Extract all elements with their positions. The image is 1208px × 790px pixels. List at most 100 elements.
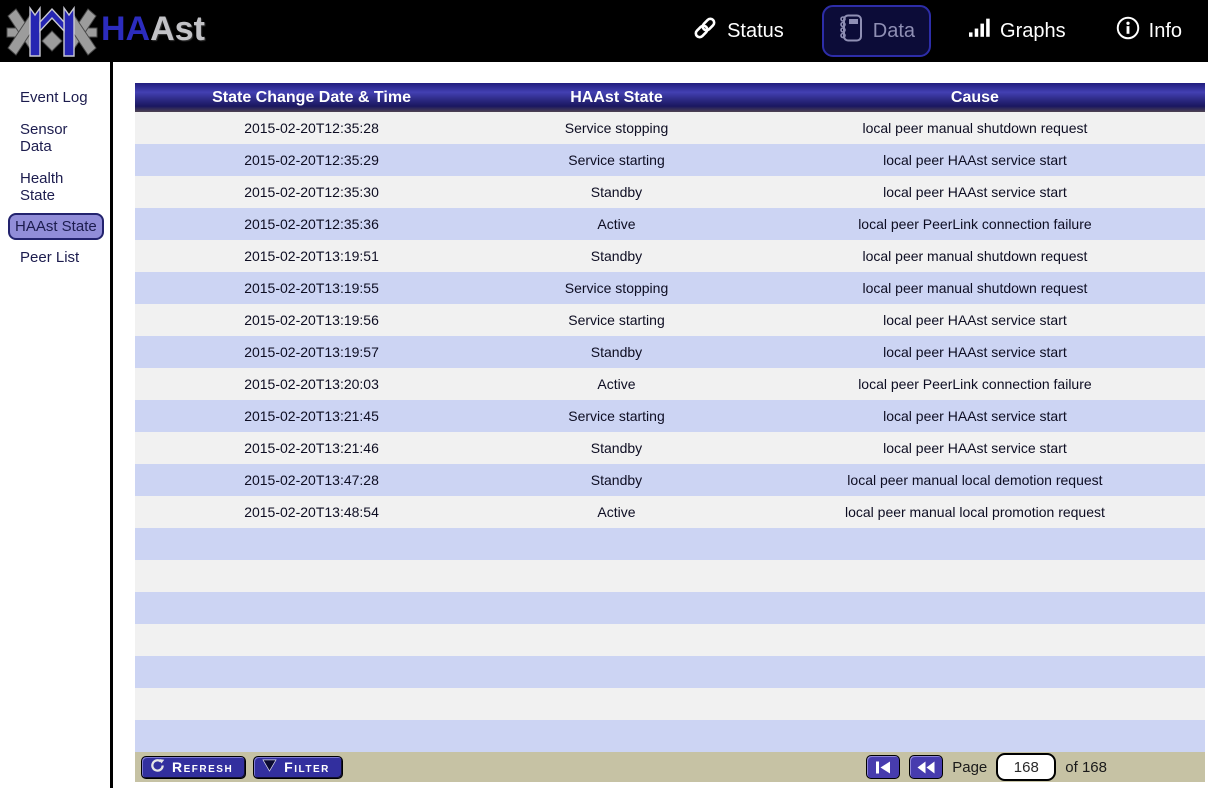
cell-cause: local peer HAAst service start <box>745 184 1205 200</box>
nav-info[interactable]: Info <box>1104 8 1194 54</box>
pagination: Page of 168 <box>866 753 1199 781</box>
column-header-date-time[interactable]: State Change Date & Time <box>135 89 488 107</box>
cell-date-time: 2015-02-20T13:19:56 <box>135 312 488 328</box>
cell-cause: local peer PeerLink connection failure <box>745 376 1205 392</box>
top-bar: HAAst Status <box>0 0 1208 62</box>
cell-state: Active <box>488 504 745 520</box>
sidebar-item-sensor-data[interactable]: Sensor Data <box>12 115 110 161</box>
cell-date-time: 2015-02-20T13:19:57 <box>135 344 488 360</box>
sidebar-item-peer-list[interactable]: Peer List <box>12 243 87 272</box>
refresh-button[interactable]: Refresh <box>141 756 246 779</box>
cell-state: Service stopping <box>488 120 745 136</box>
cell-state: Service starting <box>488 152 745 168</box>
table-row: 2015-02-20T13:21:46 Standby local peer H… <box>135 432 1205 464</box>
table-row-empty <box>135 528 1205 560</box>
info-icon <box>1116 16 1140 46</box>
cell-state: Standby <box>488 472 745 488</box>
nav-graphs-label: Graphs <box>1000 20 1066 43</box>
table-row: 2015-02-20T13:21:45 Service starting loc… <box>135 400 1205 432</box>
bar-chart-icon <box>969 17 991 45</box>
app-title-ha: HA <box>101 10 150 48</box>
cell-cause: local peer manual shutdown request <box>745 120 1205 136</box>
table-row: 2015-02-20T13:19:55 Service stopping loc… <box>135 272 1205 304</box>
cell-date-time: 2015-02-20T12:35:30 <box>135 184 488 200</box>
cell-cause: local peer manual shutdown request <box>745 248 1205 264</box>
table-row-empty <box>135 720 1205 752</box>
cell-state: Active <box>488 216 745 232</box>
cell-cause: local peer manual local demotion request <box>745 472 1205 488</box>
table-row-empty <box>135 592 1205 624</box>
cell-cause: local peer PeerLink connection failure <box>745 216 1205 232</box>
notebook-icon <box>838 13 864 49</box>
table-header-row: State Change Date & Time HAAst State Cau… <box>135 83 1205 112</box>
table-row: 2015-02-20T13:20:03 Active local peer Pe… <box>135 368 1205 400</box>
filter-button-label: Filter <box>284 759 330 775</box>
table-footer-bar: Refresh Filter <box>135 752 1205 782</box>
sidebar-item-haast-state[interactable]: HAAst State <box>8 213 104 240</box>
cell-date-time: 2015-02-20T13:19:51 <box>135 248 488 264</box>
table-row: 2015-02-20T13:47:28 Standby local peer m… <box>135 464 1205 496</box>
cell-state: Service stopping <box>488 280 745 296</box>
cell-state: Active <box>488 376 745 392</box>
table-row-empty <box>135 656 1205 688</box>
nav-data-label: Data <box>873 20 915 43</box>
cell-cause: local peer HAAst service start <box>745 440 1205 456</box>
cell-cause: local peer HAAst service start <box>745 344 1205 360</box>
table-row: 2015-02-20T13:19:51 Standby local peer m… <box>135 240 1205 272</box>
table-row: 2015-02-20T12:35:29 Service starting loc… <box>135 144 1205 176</box>
app-title-ast: Ast <box>150 10 205 48</box>
table-body: 2015-02-20T12:35:28 Service stopping loc… <box>135 112 1205 752</box>
filter-button[interactable]: Filter <box>253 756 343 779</box>
cell-state: Standby <box>488 184 745 200</box>
top-navigation: Status Data <box>680 0 1194 62</box>
previous-page-button[interactable] <box>909 755 943 779</box>
app-title: HAAst <box>101 10 205 49</box>
cell-state: Service starting <box>488 312 745 328</box>
cell-cause: local peer HAAst service start <box>745 312 1205 328</box>
cell-cause: local peer HAAst service start <box>745 408 1205 424</box>
column-header-haast-state[interactable]: HAAst State <box>488 89 745 107</box>
cell-state: Standby <box>488 248 745 264</box>
page-label: Page <box>952 759 987 776</box>
cell-date-time: 2015-02-20T13:21:45 <box>135 408 488 424</box>
cell-date-time: 2015-02-20T13:19:55 <box>135 280 488 296</box>
table-row: 2015-02-20T12:35:30 Standby local peer H… <box>135 176 1205 208</box>
cell-cause: local peer manual local promotion reques… <box>745 504 1205 520</box>
refresh-icon <box>150 758 165 776</box>
nav-graphs[interactable]: Graphs <box>957 9 1078 53</box>
cell-date-time: 2015-02-20T13:48:54 <box>135 504 488 520</box>
table-row-empty <box>135 624 1205 656</box>
data-table: State Change Date & Time HAAst State Cau… <box>135 83 1205 782</box>
cell-date-time: 2015-02-20T13:20:03 <box>135 376 488 392</box>
first-page-button[interactable] <box>866 755 900 779</box>
nav-data[interactable]: Data <box>822 5 931 57</box>
cell-state: Standby <box>488 344 745 360</box>
cell-date-time: 2015-02-20T12:35:28 <box>135 120 488 136</box>
cell-date-time: 2015-02-20T12:35:36 <box>135 216 488 232</box>
table-row-empty <box>135 688 1205 720</box>
sidebar: Event Log Sensor Data Health State HAAst… <box>0 62 113 788</box>
column-header-cause[interactable]: Cause <box>745 89 1205 107</box>
cell-cause: local peer manual shutdown request <box>745 280 1205 296</box>
sidebar-item-health-state[interactable]: Health State <box>12 164 110 210</box>
cell-cause: local peer HAAst service start <box>745 152 1205 168</box>
cell-date-time: 2015-02-20T13:21:46 <box>135 440 488 456</box>
page-number-input[interactable] <box>996 753 1056 781</box>
cell-state: Service starting <box>488 408 745 424</box>
cell-state: Standby <box>488 440 745 456</box>
sidebar-item-event-log[interactable]: Event Log <box>12 83 96 112</box>
page-total-label: of 168 <box>1065 759 1107 776</box>
nav-status[interactable]: Status <box>680 7 796 55</box>
table-row: 2015-02-20T12:35:28 Service stopping loc… <box>135 112 1205 144</box>
link-icon <box>692 15 718 47</box>
table-row-empty <box>135 560 1205 592</box>
refresh-button-label: Refresh <box>172 759 233 775</box>
cell-date-time: 2015-02-20T12:35:29 <box>135 152 488 168</box>
cell-date-time: 2015-02-20T13:47:28 <box>135 472 488 488</box>
haast-logo-icon <box>6 5 98 64</box>
table-row: 2015-02-20T12:35:36 Active local peer Pe… <box>135 208 1205 240</box>
table-row: 2015-02-20T13:19:57 Standby local peer H… <box>135 336 1205 368</box>
nav-info-label: Info <box>1149 20 1182 43</box>
nav-status-label: Status <box>727 20 784 43</box>
table-row: 2015-02-20T13:19:56 Service starting loc… <box>135 304 1205 336</box>
